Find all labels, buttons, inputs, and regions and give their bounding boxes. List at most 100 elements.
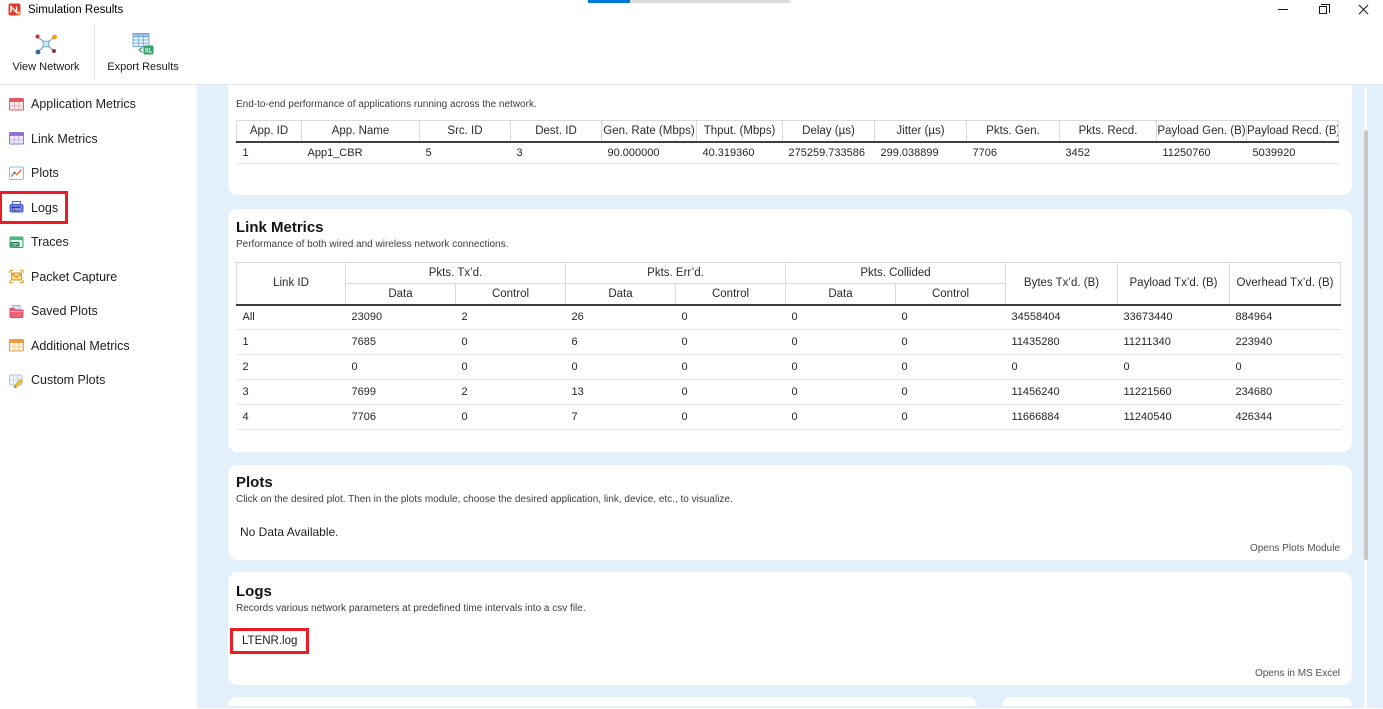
restore-button[interactable] (1303, 0, 1343, 19)
logs-subtitle: Records various network parameters at pr… (228, 603, 1352, 614)
ltenr-log-link[interactable]: LTENR.log (230, 628, 309, 654)
table-pencil-icon (8, 372, 25, 389)
col-bytes-txd: Bytes Tx’d. (B) (1006, 263, 1118, 305)
cell: 11456240 (1006, 380, 1118, 405)
cell: 223940 (1230, 330, 1341, 355)
sidebar-item-plots[interactable]: Plots (0, 156, 197, 191)
col-jitter: Jitter (µs) (875, 121, 967, 142)
view-network-button[interactable]: View Network (0, 21, 92, 82)
sidebar-item-logs[interactable]: LOGS Logs (0, 191, 197, 226)
sidebar-item-packet-capture[interactable]: Packet Capture (0, 260, 197, 295)
table-purple-icon (8, 130, 25, 147)
sidebar-item-traces[interactable]: CSV Traces (0, 225, 197, 260)
col-payload-recd: Payload Recd. (B) (1247, 121, 1339, 142)
cell: 0 (896, 330, 1006, 355)
minimize-icon (1278, 9, 1288, 10)
link-table-row[interactable]: 17685060001143528011211340223940 (237, 330, 1341, 355)
cell: 4 (237, 405, 346, 430)
col-payload-gen: Payload Gen. (B) (1157, 121, 1247, 142)
col-app-name: App. Name (302, 121, 420, 142)
sidebar-item-link-metrics[interactable]: Link Metrics (0, 122, 197, 157)
toolbar: View Network XL Export Results (0, 19, 1383, 85)
cell: 26 (566, 305, 676, 330)
sidebar-item-custom-plots[interactable]: Custom Plots (0, 363, 197, 398)
cell: 3 (237, 380, 346, 405)
group-pkts-collided: Pkts. Collided (786, 263, 1006, 284)
cell: 0 (346, 355, 456, 380)
sidebar-item-saved-plots[interactable]: Saved Plots (0, 294, 197, 329)
csv-table-icon: CSV (8, 234, 25, 251)
cell: 0 (676, 405, 786, 430)
cell-dest-id: 3 (511, 142, 602, 164)
cell-delay: 275259.733586 (783, 142, 875, 164)
cell: 1 (237, 330, 346, 355)
link-metrics-title: Link Metrics (228, 219, 1352, 236)
main-area: Application Metrics Link Metrics (0, 85, 1383, 708)
app-table-header-row: App. ID App. Name Src. ID Dest. ID Gen. … (237, 121, 1339, 142)
cell-app-id: 1 (237, 142, 302, 164)
cell-payload-recd: 5039920 (1247, 142, 1339, 164)
cell: All (237, 305, 346, 330)
col-dest-id: Dest. ID (511, 121, 602, 142)
cell: 0 (896, 380, 1006, 405)
cell: 0 (1230, 355, 1341, 380)
partial-card-right (1002, 697, 1352, 706)
cell: 426344 (1230, 405, 1341, 430)
plots-footer-note: Opens Plots Module (1250, 543, 1340, 554)
scrollbar-thumb[interactable] (1364, 130, 1368, 560)
sidebar-item-label: Custom Plots (31, 373, 105, 387)
sidebar-item-label: Plots (31, 166, 59, 180)
envelope-capture-icon (8, 268, 25, 285)
col-pkts-recd: Pkts. Recd. (1060, 121, 1157, 142)
col-overhead-txd: Overhead Tx’d. (B) (1230, 263, 1341, 305)
cell-app-name: App1_CBR (302, 142, 420, 164)
sub-txd-control: Control (456, 284, 566, 305)
sub-coll-data: Data (786, 284, 896, 305)
logs-title: Logs (228, 583, 1352, 600)
table-red-icon (8, 96, 25, 113)
plots-card: Plots Click on the desired plot. Then in… (228, 465, 1352, 560)
csv-badge-text: CSV (12, 242, 20, 246)
view-network-label: View Network (12, 61, 79, 73)
cell: 6 (566, 330, 676, 355)
titlebar: Simulation Results (0, 0, 1383, 19)
cell: 0 (676, 330, 786, 355)
plots-no-data-text: No Data Available. (240, 525, 1352, 539)
plots-title: Plots (228, 474, 1352, 491)
export-results-button[interactable]: XL Export Results (97, 21, 189, 82)
results-content: End-to-end performance of applications r… (197, 85, 1383, 708)
app-table-row[interactable]: 1 App1_CBR 5 3 90.000000 40.319360 27525… (237, 142, 1339, 164)
sidebar-item-additional-metrics[interactable]: Additional Metrics (0, 329, 197, 364)
col-src-id: Src. ID (420, 121, 511, 142)
cell-jitter: 299.038899 (875, 142, 967, 164)
cell: 11221560 (1118, 380, 1230, 405)
close-button[interactable] (1343, 0, 1383, 19)
line-chart-icon (8, 165, 25, 182)
application-metrics-card: End-to-end performance of applications r… (228, 85, 1352, 195)
link-table-row[interactable]: 47706070001166688411240540426344 (237, 405, 1341, 430)
sidebar-item-application-metrics[interactable]: Application Metrics (0, 87, 197, 122)
export-results-label: Export Results (107, 61, 179, 73)
logs-printer-icon: LOGS (8, 199, 25, 216)
cell-gen-rate: 90.000000 (602, 142, 697, 164)
sidebar-item-label: Saved Plots (31, 304, 98, 318)
progress-fill (588, 0, 630, 3)
col-gen-rate: Gen. Rate (Mbps) (602, 121, 697, 142)
sidebar-item-label: Additional Metrics (31, 339, 130, 353)
logs-card: Logs Records various network parameters … (228, 572, 1352, 685)
minimize-button[interactable] (1263, 0, 1303, 19)
cell: 0 (456, 330, 566, 355)
cell: 234680 (1230, 380, 1341, 405)
group-pkts-txd: Pkts. Tx’d. (346, 263, 566, 284)
cell: 11666884 (1006, 405, 1118, 430)
close-icon (1358, 4, 1369, 15)
cell: 0 (786, 355, 896, 380)
logs-red-highlight-box: LOGS Logs (2, 194, 65, 221)
excel-xl-badge: XL (145, 48, 153, 54)
link-table-row[interactable]: 2000000000 (237, 355, 1341, 380)
link-table-row[interactable]: 376992130001145624011221560234680 (237, 380, 1341, 405)
link-table-row[interactable]: All230902260003455840433673440884964 (237, 305, 1341, 330)
plots-subtitle: Click on the desired plot. Then in the p… (228, 494, 1352, 505)
folder-plots-icon (8, 303, 25, 320)
cell: 33673440 (1118, 305, 1230, 330)
